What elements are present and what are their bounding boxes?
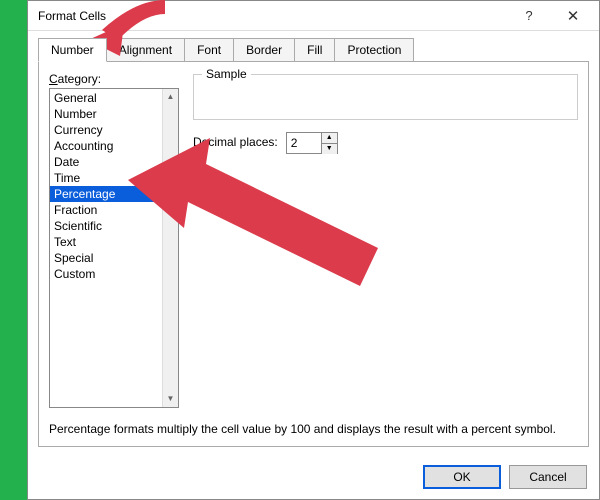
dialog-body: Number Alignment Font Border Fill Protec… — [28, 31, 599, 455]
decimal-places-label: Decimal places: — [193, 135, 278, 149]
title-bar: Format Cells ? ✕ — [28, 1, 599, 31]
tab-number[interactable]: Number — [38, 38, 107, 62]
list-item[interactable]: Special — [50, 250, 162, 266]
ok-button[interactable]: OK — [423, 465, 501, 489]
category-label: Category: — [49, 72, 179, 86]
tab-alignment[interactable]: Alignment — [106, 38, 185, 62]
window-title: Format Cells — [38, 9, 507, 23]
tab-strip: Number Alignment Font Border Fill Protec… — [38, 37, 589, 61]
spinner-up-icon[interactable]: ▲ — [322, 133, 337, 144]
tab-pane-number: Category: General Number Currency Accoun… — [38, 61, 589, 447]
scroll-down-icon[interactable]: ▼ — [163, 391, 178, 407]
decimal-places-input[interactable] — [287, 133, 321, 153]
tab-border[interactable]: Border — [233, 38, 295, 62]
list-item[interactable]: Text — [50, 234, 162, 250]
list-item-selected[interactable]: Percentage — [50, 186, 162, 202]
tab-fill[interactable]: Fill — [294, 38, 335, 62]
sample-group: Sample — [193, 74, 578, 120]
list-item[interactable]: Time — [50, 170, 162, 186]
tab-protection[interactable]: Protection — [334, 38, 414, 62]
listbox-scrollbar[interactable]: ▲ ▼ — [162, 89, 178, 407]
list-item[interactable]: Fraction — [50, 202, 162, 218]
sample-label: Sample — [202, 67, 251, 81]
dialog-footer: OK Cancel — [28, 455, 599, 499]
help-button[interactable]: ? — [507, 2, 551, 30]
cancel-button[interactable]: Cancel — [509, 465, 587, 489]
list-item[interactable]: Accounting — [50, 138, 162, 154]
scroll-up-icon[interactable]: ▲ — [163, 89, 178, 105]
decimal-places-spinner[interactable]: ▲ ▼ — [286, 132, 338, 154]
list-item[interactable]: Date — [50, 154, 162, 170]
list-item[interactable]: General — [50, 90, 162, 106]
format-cells-dialog: Format Cells ? ✕ Number Alignment Font B… — [27, 0, 600, 500]
spinner-down-icon[interactable]: ▼ — [322, 144, 337, 154]
list-item[interactable]: Number — [50, 106, 162, 122]
list-item[interactable]: Custom — [50, 266, 162, 282]
list-item[interactable]: Currency — [50, 122, 162, 138]
category-listbox[interactable]: General Number Currency Accounting Date … — [49, 88, 179, 408]
tab-font[interactable]: Font — [184, 38, 234, 62]
close-button[interactable]: ✕ — [551, 2, 595, 30]
list-item[interactable]: Scientific — [50, 218, 162, 234]
format-description: Percentage formats multiply the cell val… — [49, 422, 578, 436]
